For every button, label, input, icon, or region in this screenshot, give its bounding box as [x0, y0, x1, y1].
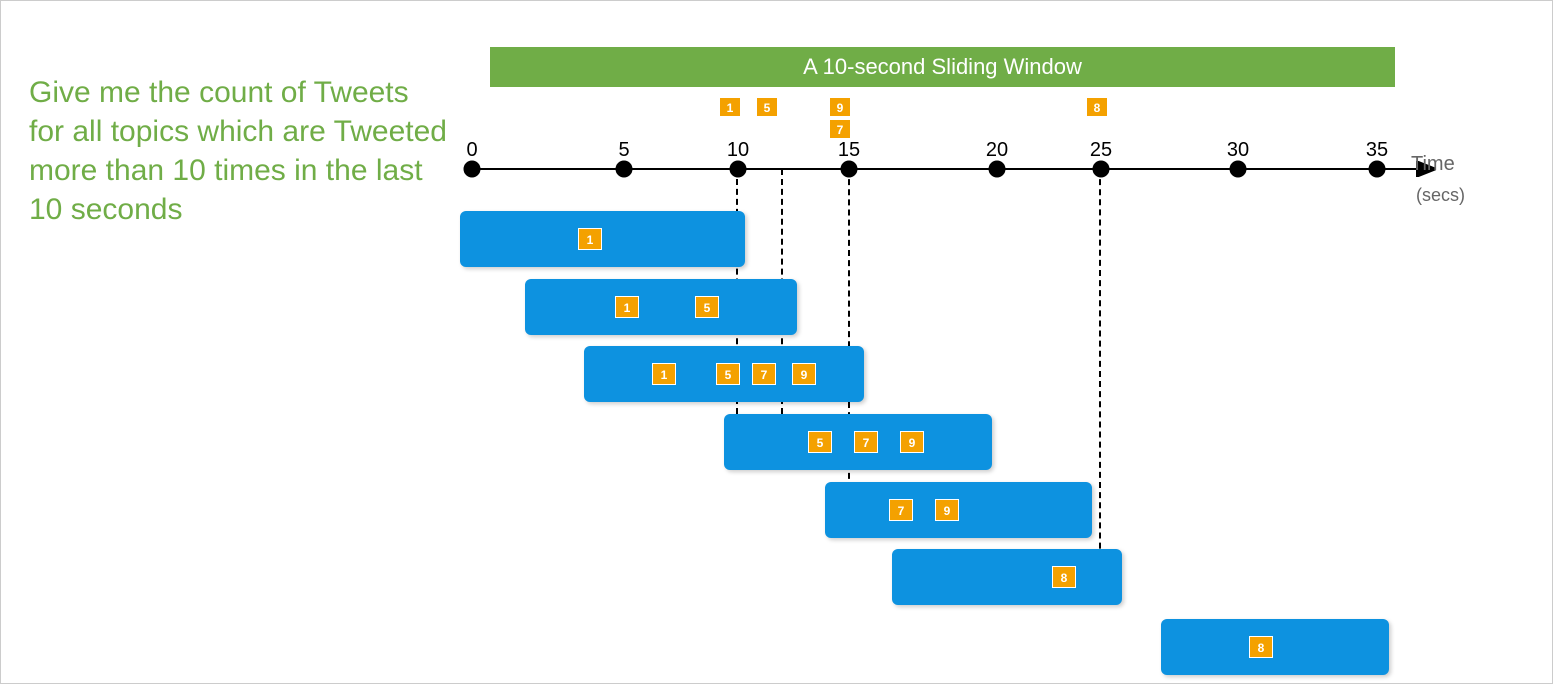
tick-label: 0: [457, 139, 487, 162]
window-marker: 9: [792, 363, 816, 385]
axis-sub-label: (secs): [1416, 185, 1465, 206]
window-marker: 7: [854, 431, 878, 453]
tick-dot: [730, 161, 746, 177]
tick-label: 10: [723, 139, 753, 162]
sliding-window: 79: [825, 482, 1092, 538]
tick-label: 25: [1086, 139, 1116, 162]
window-marker: 1: [615, 296, 639, 318]
tick-label: 30: [1223, 139, 1253, 162]
sliding-window: 8: [892, 549, 1122, 605]
window-marker: 7: [889, 499, 913, 521]
axis-label: Time: [1411, 153, 1455, 176]
window-marker: 8: [1052, 566, 1076, 588]
window-marker: 5: [695, 296, 719, 318]
sliding-window: 8: [1161, 619, 1389, 675]
window-marker: 7: [752, 363, 776, 385]
window-marker: 1: [652, 363, 676, 385]
sliding-window: 579: [724, 414, 992, 470]
window-marker: 9: [935, 499, 959, 521]
tick-label: 20: [982, 139, 1012, 162]
window-marker: 1: [578, 228, 602, 250]
tick-dot: [1230, 161, 1246, 177]
tick-dot: [1369, 161, 1385, 177]
tick-dot: [464, 161, 480, 177]
tick-dot: [616, 161, 632, 177]
sliding-window: 15: [525, 279, 797, 335]
window-marker: 8: [1249, 636, 1273, 658]
window-marker: 5: [716, 363, 740, 385]
sliding-window: 1579: [584, 346, 864, 402]
tick-dot: [1093, 161, 1109, 177]
window-marker: 9: [900, 431, 924, 453]
event-marker: 5: [756, 97, 778, 117]
dash-line: [1099, 169, 1101, 589]
event-marker: 1: [719, 97, 741, 117]
window-marker: 5: [808, 431, 832, 453]
sliding-window: 1: [460, 211, 745, 267]
event-marker: 8: [1086, 97, 1108, 117]
tick-dot: [989, 161, 1005, 177]
tick-label: 35: [1362, 139, 1392, 162]
event-marker: 7: [829, 119, 851, 139]
event-marker: 9: [829, 97, 851, 117]
tick-label: 15: [834, 139, 864, 162]
tick-label: 5: [609, 139, 639, 162]
